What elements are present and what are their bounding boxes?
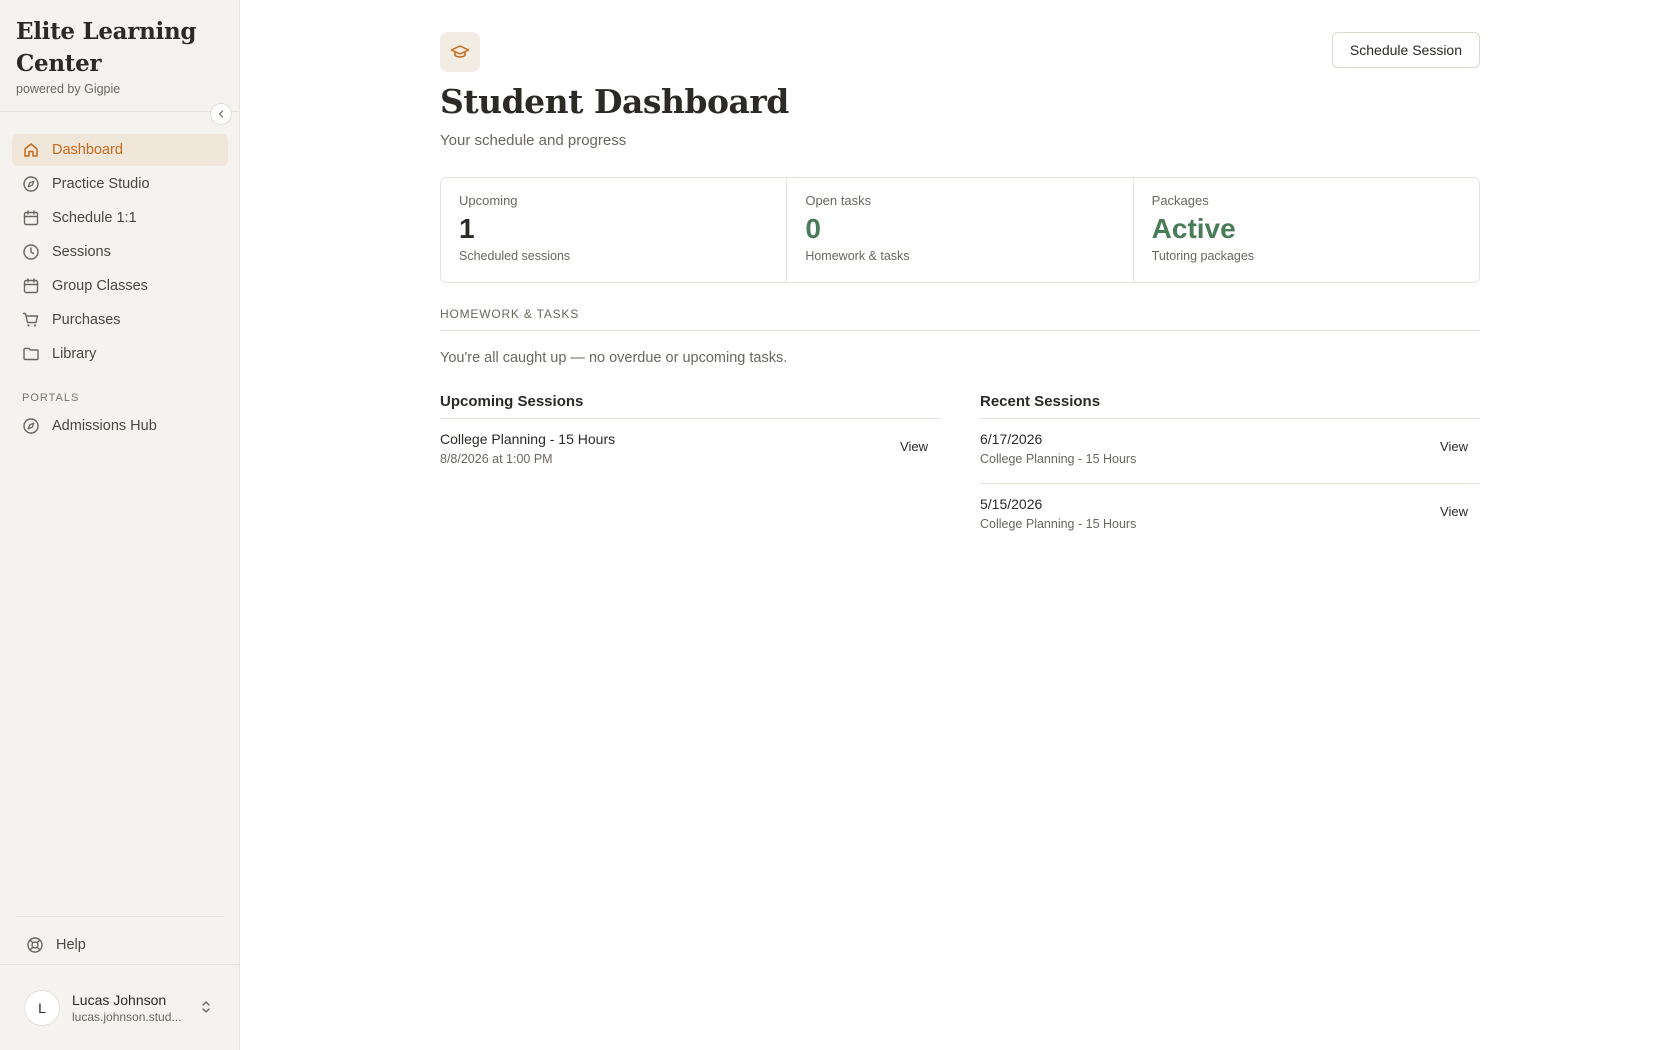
sidebar-item-label: Admissions Hub — [52, 418, 157, 434]
stat-value: 0 — [805, 213, 821, 244]
stat-value: 1 — [459, 213, 475, 244]
view-button[interactable]: View — [1440, 504, 1468, 519]
help-link[interactable]: Help — [16, 929, 224, 961]
calendar-icon — [22, 277, 40, 295]
lifebuoy-icon — [26, 936, 44, 954]
session-title: College Planning - 15 Hours — [440, 431, 616, 447]
recent-sessions: Recent Sessions 6/17/2026 College Planni… — [980, 393, 1480, 549]
sidebar-item-schedule-1-1[interactable]: Schedule 1:1 — [12, 202, 228, 234]
stat-label: Open tasks — [805, 193, 872, 208]
stat-open-tasks: Open tasks 0 Homework & tasks — [787, 178, 1134, 282]
recent-sessions-title: Recent Sessions — [980, 393, 1480, 419]
home-icon — [22, 141, 40, 159]
sidebar-item-sessions[interactable]: Sessions — [12, 236, 228, 268]
sidebar: Elite Learning Center powered by Gigpie … — [0, 0, 240, 1050]
sidebar-item-dashboard[interactable]: Dashboard — [12, 134, 228, 166]
sidebar-item-purchases[interactable]: Purchases — [12, 304, 228, 336]
clock-icon — [22, 243, 40, 261]
brand-title: Elite Learning Center — [16, 18, 197, 77]
sidebar-item-label: Schedule 1:1 — [52, 210, 137, 226]
session-date: 6/17/2026 — [980, 431, 1043, 447]
stat-description: Tutoring packages — [1151, 249, 1255, 263]
collapse-sidebar-button[interactable] — [210, 103, 232, 125]
compass-icon — [22, 175, 40, 193]
calendar-icon — [22, 209, 40, 227]
chevron-left-icon — [218, 110, 224, 118]
homework-empty-message: You're all caught up — no overdue or upc… — [440, 350, 788, 366]
session-name: College Planning - 15 Hours — [980, 452, 1137, 466]
cart-icon — [22, 311, 40, 329]
stats-panel: Upcoming 1 Scheduled sessions Open tasks… — [440, 177, 1480, 283]
user-name: Lucas Johnson — [72, 991, 167, 1008]
help-section: Help — [16, 916, 224, 961]
view-button[interactable]: View — [900, 439, 928, 454]
portals-section-label: PORTALS — [22, 392, 80, 404]
session-datetime: 8/8/2026 at 1:00 PM — [440, 452, 553, 466]
sidebar-item-admissions-hub[interactable]: Admissions Hub — [12, 410, 228, 442]
upcoming-sessions-title: Upcoming Sessions — [440, 393, 940, 419]
upcoming-sessions: Upcoming Sessions College Planning - 15 … — [440, 393, 940, 484]
sidebar-item-library[interactable]: Library — [12, 338, 228, 370]
stat-label: Packages — [1151, 193, 1209, 208]
sidebar-item-label: Practice Studio — [52, 176, 150, 192]
homework-section-label: HOMEWORK & TASKS — [440, 307, 1480, 331]
brand-subtitle: powered by Gigpie — [16, 82, 121, 96]
stat-description: Scheduled sessions — [459, 249, 571, 263]
folder-icon — [22, 345, 40, 363]
sidebar-item-label: Sessions — [52, 244, 111, 260]
sidebar-item-label: Group Classes — [52, 278, 148, 294]
user-email: lucas.johnson.stud... — [72, 1009, 182, 1024]
list-item: 6/17/2026 College Planning - 15 Hours Vi… — [980, 419, 1480, 484]
sidebar-nav: Dashboard Practice Studio Schedule 1:1 S… — [12, 134, 228, 444]
list-item: 5/15/2026 College Planning - 15 Hours Vi… — [980, 484, 1480, 549]
stat-packages: Packages Active Tutoring packages — [1134, 178, 1479, 282]
list-item: College Planning - 15 Hours 8/8/2026 at … — [440, 419, 940, 484]
sidebar-item-label: Library — [52, 346, 97, 362]
chevron-up-down-icon — [200, 999, 212, 1020]
avatar: L — [24, 989, 60, 1026]
page-title: Student Dashboard — [440, 82, 789, 121]
stat-value: Active — [1151, 213, 1236, 244]
help-label: Help — [56, 937, 86, 953]
user-info: Lucas Johnson lucas.johnson.stud... — [72, 992, 184, 1024]
page-subtitle: Your schedule and progress — [440, 132, 627, 149]
sidebar-item-label: Dashboard — [52, 142, 123, 158]
schedule-session-button[interactable]: Schedule Session — [1331, 32, 1480, 68]
compass-icon — [22, 417, 40, 435]
graduation-cap-icon — [440, 32, 480, 72]
view-button[interactable]: View — [1440, 439, 1468, 454]
stat-description: Homework & tasks — [805, 249, 910, 263]
stat-upcoming: Upcoming 1 Scheduled sessions — [441, 178, 788, 282]
stat-label: Upcoming — [459, 193, 518, 208]
session-name: College Planning - 15 Hours — [980, 517, 1137, 531]
sidebar-item-group-classes[interactable]: Group Classes — [12, 270, 228, 302]
sidebar-item-label: Purchases — [52, 312, 121, 328]
sidebar-item-practice-studio[interactable]: Practice Studio — [12, 168, 228, 200]
user-menu[interactable]: L Lucas Johnson lucas.johnson.stud... — [0, 964, 240, 1050]
session-date: 5/15/2026 — [980, 496, 1043, 512]
brand: Elite Learning Center powered by Gigpie — [0, 0, 239, 112]
